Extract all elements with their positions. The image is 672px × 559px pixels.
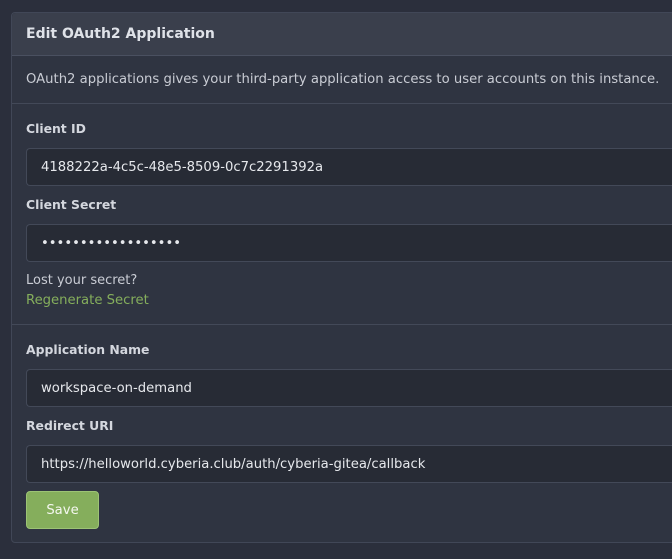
regenerate-secret-link[interactable]: Regenerate Secret	[26, 291, 672, 311]
application-name-label: Application Name	[26, 342, 150, 357]
panel-title: Edit OAuth2 Application	[12, 13, 672, 56]
oauth2-edit-panel: Edit OAuth2 Application OAuth2 applicati…	[11, 12, 672, 543]
client-id-input[interactable]: 4188222a-4c5c-48e5-8509-0c7c2291392a	[26, 148, 672, 186]
section-divider	[12, 324, 672, 325]
redirect-uri-label: Redirect URI	[26, 418, 114, 433]
application-name-input[interactable]: workspace-on-demand	[26, 369, 672, 407]
secret-help: Lost your secret? Regenerate Secret	[26, 271, 672, 311]
panel-description: OAuth2 applications gives your third-par…	[12, 56, 672, 104]
client-secret-field: Client Secret ••••••••••••••••••	[26, 196, 672, 262]
save-button[interactable]: Save	[26, 491, 99, 529]
client-id-field: Client ID 4188222a-4c5c-48e5-8509-0c7c22…	[26, 120, 672, 186]
client-secret-label: Client Secret	[26, 197, 117, 212]
client-secret-input[interactable]: ••••••••••••••••••	[26, 224, 672, 262]
client-id-label: Client ID	[26, 121, 86, 136]
lost-secret-text: Lost your secret?	[26, 273, 138, 288]
redirect-uri-field: Redirect URI https://helloworld.cyberia.…	[26, 417, 672, 483]
redirect-uri-input[interactable]: https://helloworld.cyberia.club/auth/cyb…	[26, 445, 672, 483]
application-name-field: Application Name workspace-on-demand	[26, 341, 672, 407]
